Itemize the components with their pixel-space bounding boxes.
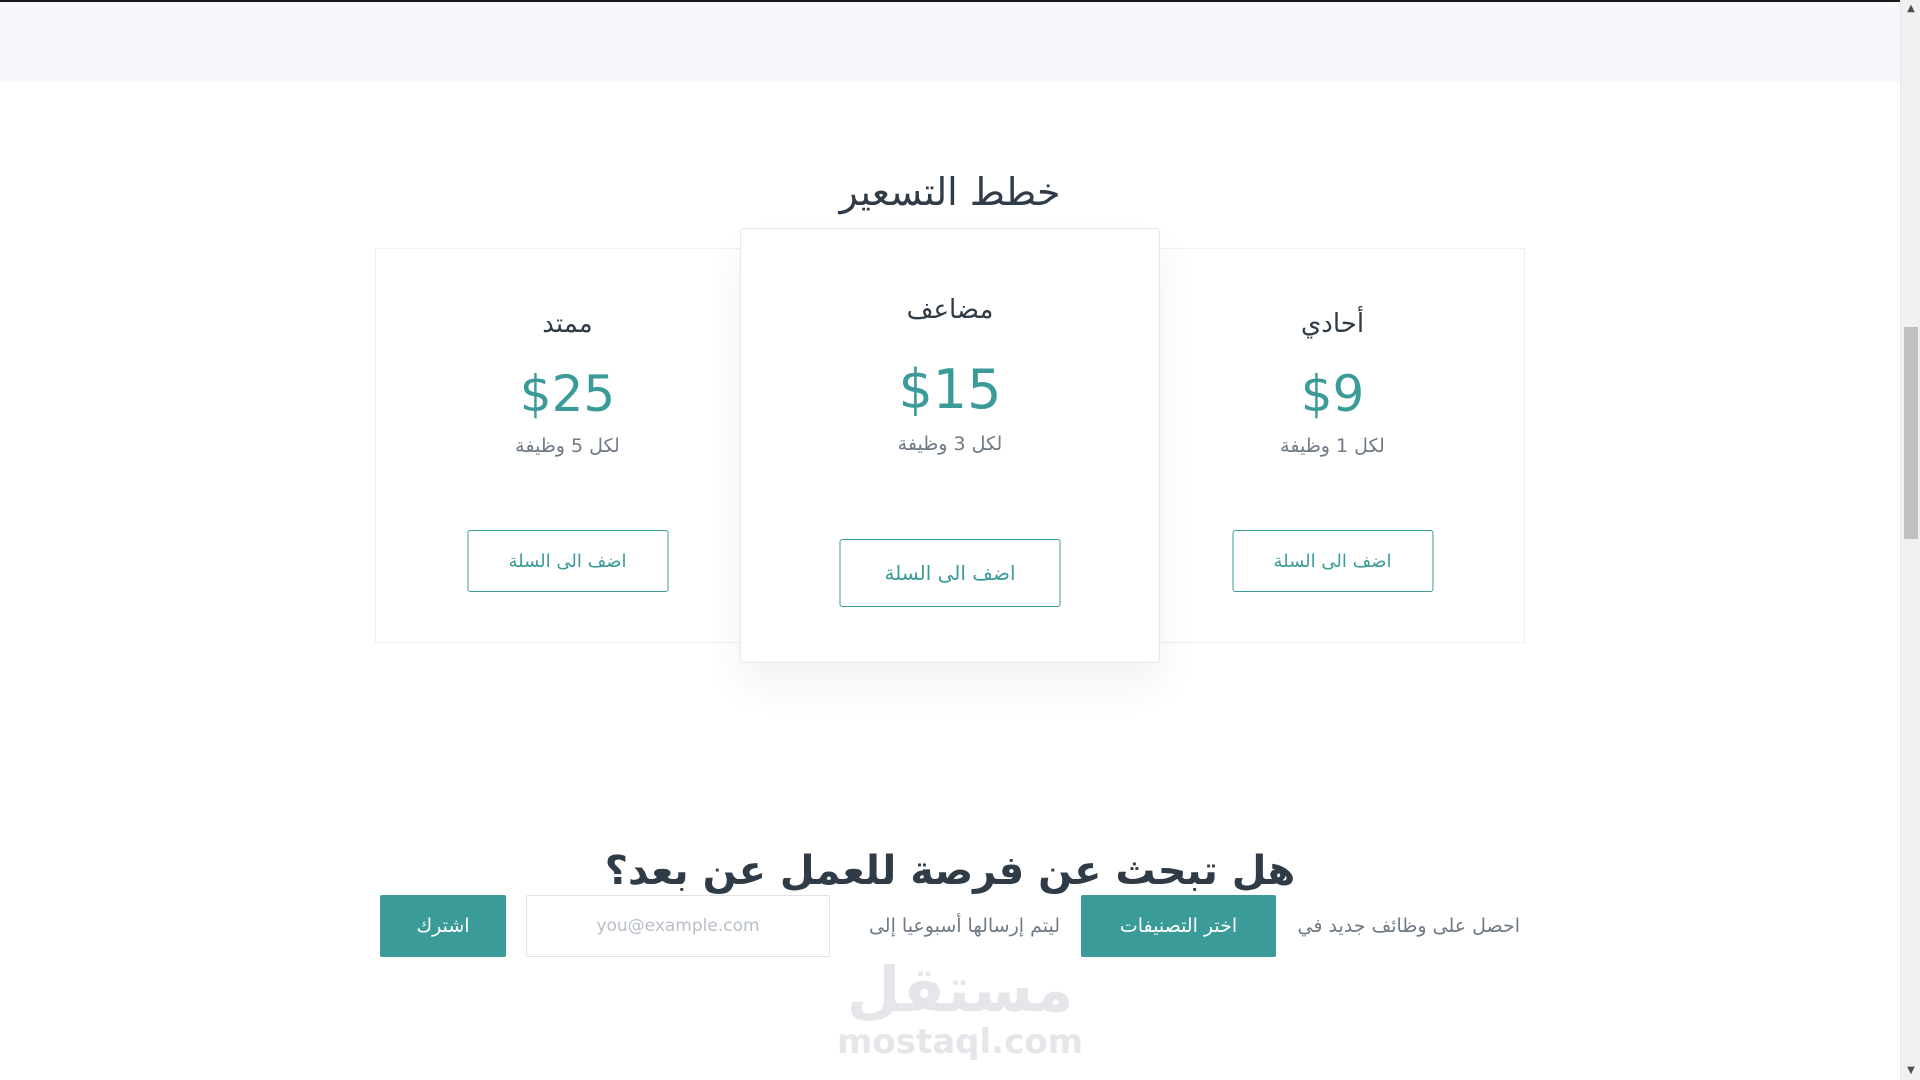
caret-down-icon[interactable]: ▼ <box>1901 1062 1920 1080</box>
caret-up-icon[interactable]: ▲ <box>1901 0 1920 18</box>
plan-name: أحادي <box>1300 309 1365 339</box>
plan-card-double: مضاعف $15 لكل 3 وظيفة اضف الى السلة <box>740 228 1160 663</box>
plan-price: $15 <box>898 358 1002 421</box>
plan-card-single: أحادي $9 لكل 1 وظيفة اضف الى السلة <box>1140 248 1525 643</box>
remote-work-question: هل تبحث عن فرصة للعمل عن بعد؟ <box>604 848 1296 895</box>
pricing-title: خطط التسعير <box>839 169 1061 214</box>
subscribe-text-weekly: ليتم إرسالها أسبوعيا إلى <box>868 915 1060 937</box>
page-scrollbar[interactable]: ▲ ▼ <box>1900 0 1920 1080</box>
plan-name: مضاعف <box>906 295 994 325</box>
plan-card-extended: ممتد $25 لكل 5 وظيفة اضف الى السلة <box>375 248 760 643</box>
plan-price: $25 <box>519 365 616 423</box>
plan-job-count: لكل 3 وظيفة <box>897 433 1003 455</box>
plan-price: $9 <box>1300 365 1365 423</box>
plan-job-count: لكل 5 وظيفة <box>515 435 620 457</box>
add-to-cart-button[interactable]: اضف الى السلة <box>1232 530 1433 592</box>
add-to-cart-button[interactable]: اضف الى السلة <box>467 530 668 592</box>
watermark-arabic: مستقل <box>846 953 1074 1026</box>
subscribe-form: احصل على وظائف جديد في اختر التصنيفات لي… <box>0 895 1900 957</box>
plan-name: ممتد <box>542 309 593 339</box>
watermark-latin: mostaql.com <box>836 1022 1084 1062</box>
choose-categories-button[interactable]: اختر التصنيفات <box>1081 895 1276 957</box>
add-to-cart-button[interactable]: اضف الى السلة <box>839 539 1061 607</box>
mostaql-watermark: مستقل mostaql.com <box>810 953 1110 1062</box>
scrollbar-thumb[interactable] <box>1904 327 1918 539</box>
plan-job-count: لكل 1 وظيفة <box>1280 435 1385 457</box>
subscribe-text-intro: احصل على وظائف جديد في <box>1297 915 1520 937</box>
email-field[interactable] <box>526 895 830 957</box>
subscribe-button[interactable]: اشترك <box>380 895 506 957</box>
top-band <box>0 0 1900 82</box>
